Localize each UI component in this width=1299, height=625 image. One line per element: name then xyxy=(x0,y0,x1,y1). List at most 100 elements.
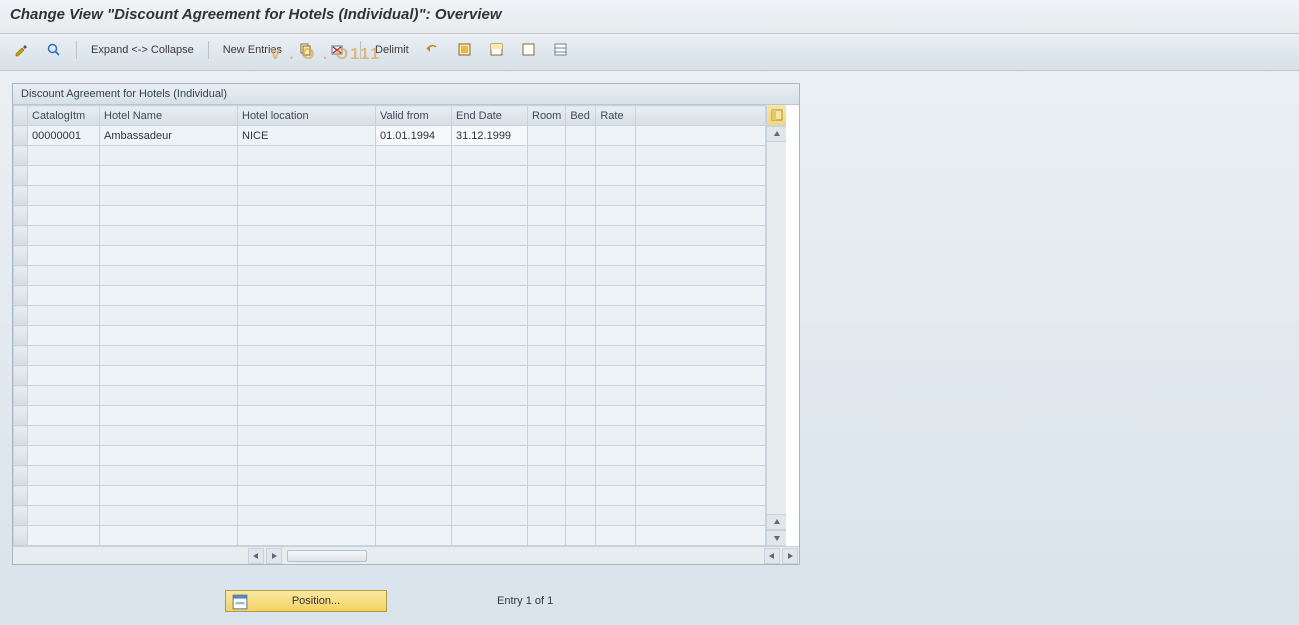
cell-room[interactable] xyxy=(528,266,566,286)
col-header-rate[interactable]: Rate xyxy=(596,106,636,126)
cell-catalog[interactable] xyxy=(28,426,100,446)
table-row[interactable] xyxy=(14,466,766,486)
table-row[interactable] xyxy=(14,166,766,186)
cell-valid_from[interactable] xyxy=(376,226,452,246)
cell-end_date[interactable]: 31.12.1999 xyxy=(452,126,528,146)
cell-catalog[interactable] xyxy=(28,206,100,226)
cell-catalog[interactable] xyxy=(28,266,100,286)
cell-catalog[interactable] xyxy=(28,366,100,386)
cell-hotel_location[interactable] xyxy=(238,206,376,226)
cell-rate[interactable] xyxy=(596,446,636,466)
cell-hotel_name[interactable] xyxy=(100,146,238,166)
cell-hotel_name[interactable] xyxy=(100,326,238,346)
delete-button[interactable] xyxy=(326,40,350,60)
cell-hotel_location[interactable] xyxy=(238,366,376,386)
cell-valid_from[interactable] xyxy=(376,366,452,386)
cell-end_date[interactable] xyxy=(452,306,528,326)
cell-hotel_location[interactable] xyxy=(238,526,376,546)
cell-bed[interactable] xyxy=(566,406,596,426)
cell-room[interactable] xyxy=(528,226,566,246)
cell-rate[interactable] xyxy=(596,146,636,166)
vertical-scrollbar[interactable] xyxy=(766,105,786,546)
select-all-corner[interactable] xyxy=(14,106,28,126)
cell-hotel_location[interactable] xyxy=(238,346,376,366)
select-block-button[interactable] xyxy=(485,40,509,60)
cell-room[interactable] xyxy=(528,366,566,386)
cell-rate[interactable] xyxy=(596,186,636,206)
cell-rate[interactable] xyxy=(596,306,636,326)
horizontal-scrollbar[interactable] xyxy=(13,546,799,564)
deselect-all-button[interactable] xyxy=(517,40,541,60)
cell-catalog[interactable] xyxy=(28,186,100,206)
cell-hotel_name[interactable] xyxy=(100,286,238,306)
cell-catalog[interactable] xyxy=(28,506,100,526)
cell-hotel_name[interactable] xyxy=(100,506,238,526)
cell-rate[interactable] xyxy=(596,166,636,186)
cell-hotel_name[interactable] xyxy=(100,486,238,506)
cell-valid_from[interactable] xyxy=(376,426,452,446)
cell-hotel_name[interactable]: Ambassadeur xyxy=(100,126,238,146)
cell-valid_from[interactable] xyxy=(376,186,452,206)
cell-bed[interactable] xyxy=(566,326,596,346)
row-selector[interactable] xyxy=(14,146,28,166)
cell-valid_from[interactable] xyxy=(376,446,452,466)
cell-hotel_location[interactable] xyxy=(238,306,376,326)
cell-room[interactable] xyxy=(528,486,566,506)
row-selector[interactable] xyxy=(14,346,28,366)
cell-catalog[interactable] xyxy=(28,166,100,186)
row-selector[interactable] xyxy=(14,366,28,386)
row-selector[interactable] xyxy=(14,166,28,186)
cell-valid_from[interactable] xyxy=(376,526,452,546)
cell-bed[interactable] xyxy=(566,186,596,206)
cell-rate[interactable] xyxy=(596,426,636,446)
cell-end_date[interactable] xyxy=(452,286,528,306)
copy-as-button[interactable] xyxy=(294,40,318,60)
cell-bed[interactable] xyxy=(566,146,596,166)
cell-room[interactable] xyxy=(528,506,566,526)
cell-bed[interactable] xyxy=(566,426,596,446)
cell-end_date[interactable] xyxy=(452,186,528,206)
table-row[interactable] xyxy=(14,226,766,246)
cell-room[interactable] xyxy=(528,286,566,306)
cell-hotel_name[interactable] xyxy=(100,406,238,426)
cell-hotel_location[interactable] xyxy=(238,426,376,446)
cell-rate[interactable] xyxy=(596,526,636,546)
cell-rate[interactable] xyxy=(596,226,636,246)
cell-bed[interactable] xyxy=(566,306,596,326)
table-row[interactable] xyxy=(14,326,766,346)
cell-valid_from[interactable] xyxy=(376,166,452,186)
cell-end_date[interactable] xyxy=(452,266,528,286)
scroll-track[interactable] xyxy=(767,142,786,514)
cell-rate[interactable] xyxy=(596,286,636,306)
cell-catalog[interactable] xyxy=(28,146,100,166)
select-all-button[interactable] xyxy=(453,40,477,60)
table-row[interactable] xyxy=(14,386,766,406)
cell-hotel_name[interactable] xyxy=(100,526,238,546)
cell-valid_from[interactable] xyxy=(376,266,452,286)
table-row[interactable] xyxy=(14,506,766,526)
cell-end_date[interactable] xyxy=(452,166,528,186)
cell-valid_from[interactable] xyxy=(376,206,452,226)
cell-hotel_name[interactable] xyxy=(100,226,238,246)
cell-rate[interactable] xyxy=(596,346,636,366)
cell-hotel_location[interactable] xyxy=(238,186,376,206)
cell-valid_from[interactable] xyxy=(376,386,452,406)
configure-columns-button[interactable] xyxy=(767,105,786,126)
table-row[interactable] xyxy=(14,186,766,206)
cell-room[interactable] xyxy=(528,146,566,166)
cell-end_date[interactable] xyxy=(452,506,528,526)
cell-rate[interactable] xyxy=(596,126,636,146)
cell-bed[interactable] xyxy=(566,446,596,466)
table-row[interactable] xyxy=(14,306,766,326)
cell-hotel_location[interactable] xyxy=(238,446,376,466)
cell-catalog[interactable] xyxy=(28,466,100,486)
cell-valid_from[interactable] xyxy=(376,246,452,266)
toggle-display-change-button[interactable] xyxy=(10,40,34,60)
row-selector[interactable] xyxy=(14,326,28,346)
cell-valid_from[interactable] xyxy=(376,406,452,426)
cell-bed[interactable] xyxy=(566,166,596,186)
scroll-up-button[interactable] xyxy=(767,126,786,142)
cell-catalog[interactable] xyxy=(28,226,100,246)
cell-valid_from[interactable] xyxy=(376,486,452,506)
cell-hotel_name[interactable] xyxy=(100,186,238,206)
